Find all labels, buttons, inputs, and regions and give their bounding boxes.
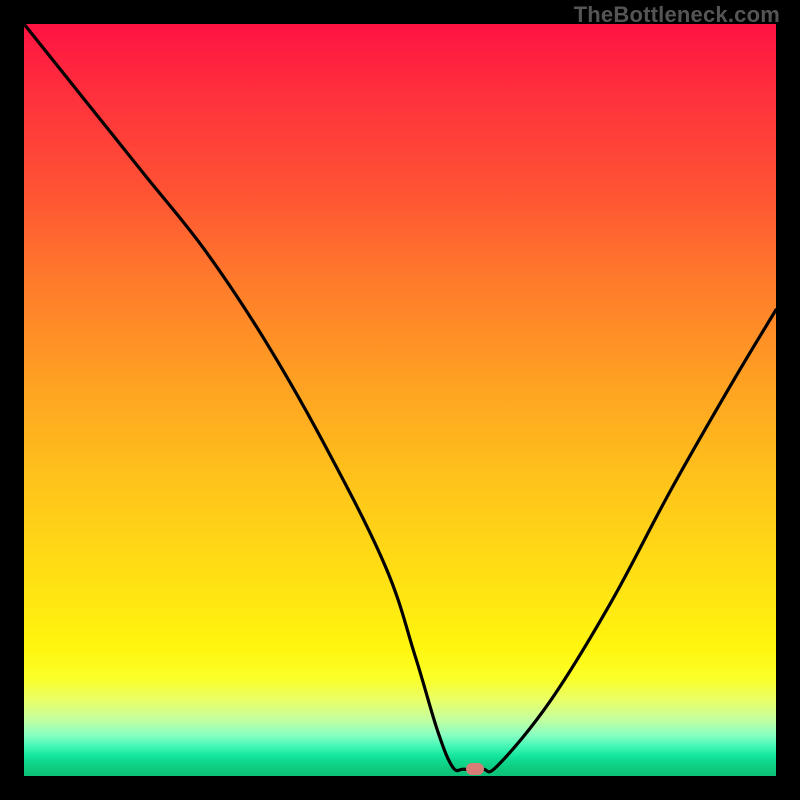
chart-frame: TheBottleneck.com xyxy=(0,0,800,800)
optimal-point-marker xyxy=(466,763,484,775)
watermark-text: TheBottleneck.com xyxy=(574,2,780,28)
plot-area xyxy=(24,24,776,776)
bottleneck-curve xyxy=(24,24,776,772)
curve-layer xyxy=(24,24,776,776)
